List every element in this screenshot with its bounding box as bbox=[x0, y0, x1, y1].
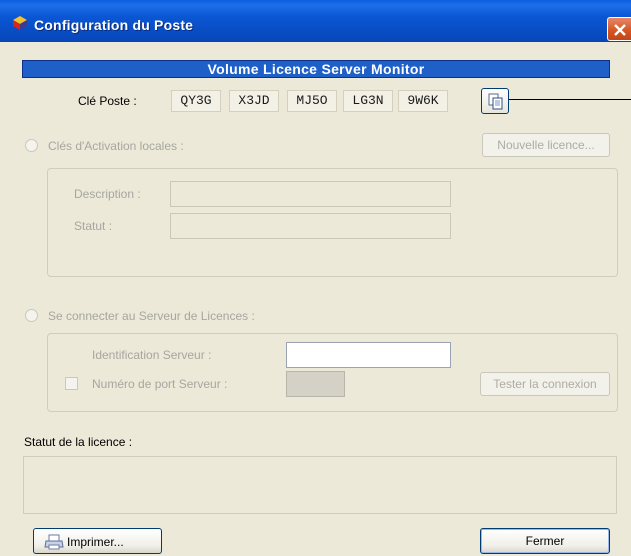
status-field[interactable] bbox=[170, 213, 451, 239]
description-field[interactable] bbox=[170, 181, 451, 207]
test-connection-button[interactable]: Tester la connexion bbox=[480, 372, 610, 396]
printer-icon bbox=[44, 534, 64, 553]
configuration-window: Configuration du Poste Volume Licence Se… bbox=[0, 0, 631, 556]
print-button-label: Imprimer... bbox=[67, 535, 124, 549]
print-button[interactable]: Imprimer... bbox=[33, 528, 162, 554]
license-status-label: Statut de la licence : bbox=[24, 435, 133, 449]
key-label: Clé Poste : bbox=[78, 94, 137, 108]
server-port-checkbox[interactable] bbox=[65, 377, 78, 390]
callout-line bbox=[509, 99, 631, 100]
server-radio[interactable] bbox=[25, 309, 38, 322]
window-title: Configuration du Poste bbox=[34, 17, 194, 33]
description-label: Description : bbox=[74, 187, 141, 201]
server-port-input[interactable] bbox=[286, 371, 345, 397]
server-id-input[interactable] bbox=[286, 342, 451, 368]
license-status-box bbox=[23, 456, 617, 514]
key-part-1: QY3G bbox=[171, 90, 221, 112]
local-keys-label: Clés d'Activation locales : bbox=[48, 139, 184, 153]
product-banner: Volume Licence Server Monitor bbox=[22, 60, 610, 78]
key-part-2: X3JD bbox=[229, 90, 279, 112]
app-cube-icon bbox=[12, 15, 28, 31]
key-part-5: 9W6K bbox=[398, 90, 448, 112]
key-part-3: MJ5O bbox=[287, 90, 337, 112]
key-part-4: LG3N bbox=[343, 90, 393, 112]
copy-icon bbox=[488, 93, 503, 110]
server-id-label: Identification Serveur : bbox=[92, 348, 212, 362]
copy-key-button[interactable] bbox=[481, 88, 509, 114]
close-window-button[interactable] bbox=[607, 17, 631, 41]
server-label: Se connecter au Serveur de Licences : bbox=[48, 309, 255, 323]
title-bar[interactable]: Configuration du Poste bbox=[0, 0, 631, 42]
server-port-label: Numéro de port Serveur : bbox=[92, 377, 228, 391]
status-label: Statut : bbox=[74, 219, 113, 233]
new-license-button[interactable]: Nouvelle licence... bbox=[482, 133, 610, 157]
local-keys-radio[interactable] bbox=[25, 139, 38, 152]
close-icon bbox=[614, 24, 626, 36]
close-button[interactable]: Fermer bbox=[480, 528, 610, 554]
